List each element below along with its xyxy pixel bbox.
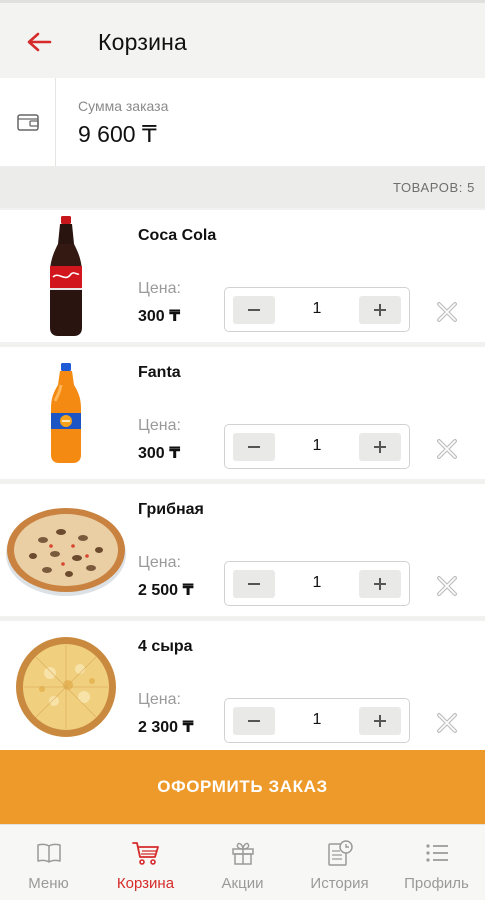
book-icon [35, 839, 63, 867]
minus-icon [248, 583, 260, 585]
nav-label: Акции [221, 875, 264, 892]
product-price: 300 ₸ [138, 308, 181, 325]
list-icon [423, 839, 451, 867]
nav-item-promotions[interactable]: Акции [194, 825, 291, 900]
four-cheese-pizza-image [16, 637, 116, 737]
cart-item: Грибная Цена: 2 500 ₸ 1 [0, 484, 485, 616]
cart-item: Coca Cola Цена: 300 ₸ 1 [0, 210, 485, 342]
price-label: Цена: [138, 417, 181, 434]
close-icon [437, 302, 457, 322]
nav-item-history[interactable]: История [291, 825, 388, 900]
checkout-button[interactable]: ОФОРМИТЬ ЗАКАЗ [0, 750, 485, 824]
decrease-button[interactable] [233, 296, 275, 324]
coca-cola-bottle-image [50, 216, 82, 336]
product-name: Грибная [138, 501, 204, 518]
quantity-stepper: 1 [224, 424, 410, 469]
product-image [0, 210, 132, 342]
quantity-value: 1 [312, 300, 322, 317]
product-name: Coca Cola [138, 227, 217, 244]
cart-item: 4 сыра Цена: 2 300 ₸ 1 [0, 621, 485, 753]
page-title: Корзина [98, 29, 188, 55]
gift-icon [229, 839, 257, 867]
quantity-value: 1 [312, 437, 322, 454]
nav-label: Меню [28, 875, 69, 892]
quantity-value: 1 [312, 574, 322, 591]
minus-icon [248, 309, 260, 311]
history-icon [326, 839, 354, 867]
product-name: 4 сыра [138, 638, 193, 655]
plus-icon [374, 441, 386, 453]
increase-button[interactable] [359, 570, 401, 598]
decrease-button[interactable] [233, 570, 275, 598]
checkout-label: ОФОРМИТЬ ЗАКАЗ [157, 777, 328, 796]
decrease-button[interactable] [233, 433, 275, 461]
plus-icon [374, 715, 386, 727]
back-button[interactable] [22, 25, 56, 59]
arrow-left-icon [27, 32, 52, 52]
remove-item-button[interactable] [432, 708, 462, 738]
nav-label: Профиль [404, 875, 469, 892]
remove-item-button[interactable] [432, 434, 462, 464]
nav-label: История [310, 875, 369, 892]
product-image [0, 621, 132, 753]
nav-item-menu[interactable]: Меню [0, 825, 97, 900]
remove-item-button[interactable] [432, 297, 462, 327]
price-label: Цена: [138, 280, 181, 297]
increase-button[interactable] [359, 433, 401, 461]
decrease-button[interactable] [233, 707, 275, 735]
quantity-stepper: 1 [224, 698, 410, 743]
price-label: Цена: [138, 554, 181, 571]
plus-icon [374, 578, 386, 590]
fanta-bottle-image [51, 363, 81, 463]
minus-icon [248, 446, 260, 448]
quantity-value: 1 [312, 711, 322, 728]
order-sum-label: Сумма заказа [78, 98, 169, 114]
cart-item: Fanta Цена: 300 ₸ 1 [0, 347, 485, 479]
plus-icon [374, 304, 386, 316]
close-icon [437, 576, 457, 596]
nav-label: Корзина [116, 875, 175, 892]
minus-icon [248, 720, 260, 722]
quantity-stepper: 1 [224, 287, 410, 332]
close-icon [437, 439, 457, 459]
product-image [0, 484, 132, 616]
bottom-nav: Меню Корзина Акции История Профиль [0, 824, 485, 900]
order-summary: Сумма заказа 9 600 ₸ [0, 78, 485, 166]
nav-item-cart[interactable]: Корзина [97, 825, 194, 900]
product-price: 2 500 ₸ [138, 582, 194, 599]
items-count-bar: ТОВАРОВ: 5 [0, 166, 485, 208]
cart-icon [131, 839, 160, 867]
remove-item-button[interactable] [432, 571, 462, 601]
wallet-icon-box [0, 78, 56, 166]
order-sum-value: 9 600 ₸ [78, 121, 157, 147]
price-label: Цена: [138, 691, 181, 708]
increase-button[interactable] [359, 296, 401, 324]
product-price: 2 300 ₸ [138, 719, 194, 736]
product-price: 300 ₸ [138, 445, 181, 462]
wallet-icon [16, 114, 39, 131]
app-bar: Корзина [0, 0, 485, 78]
product-name: Fanta [138, 364, 181, 381]
increase-button[interactable] [359, 707, 401, 735]
close-icon [437, 713, 457, 733]
items-count: ТОВАРОВ: 5 [392, 180, 475, 195]
nav-item-profile[interactable]: Профиль [388, 825, 485, 900]
quantity-stepper: 1 [224, 561, 410, 606]
product-image [0, 347, 132, 479]
mushroom-pizza-image [6, 508, 126, 596]
